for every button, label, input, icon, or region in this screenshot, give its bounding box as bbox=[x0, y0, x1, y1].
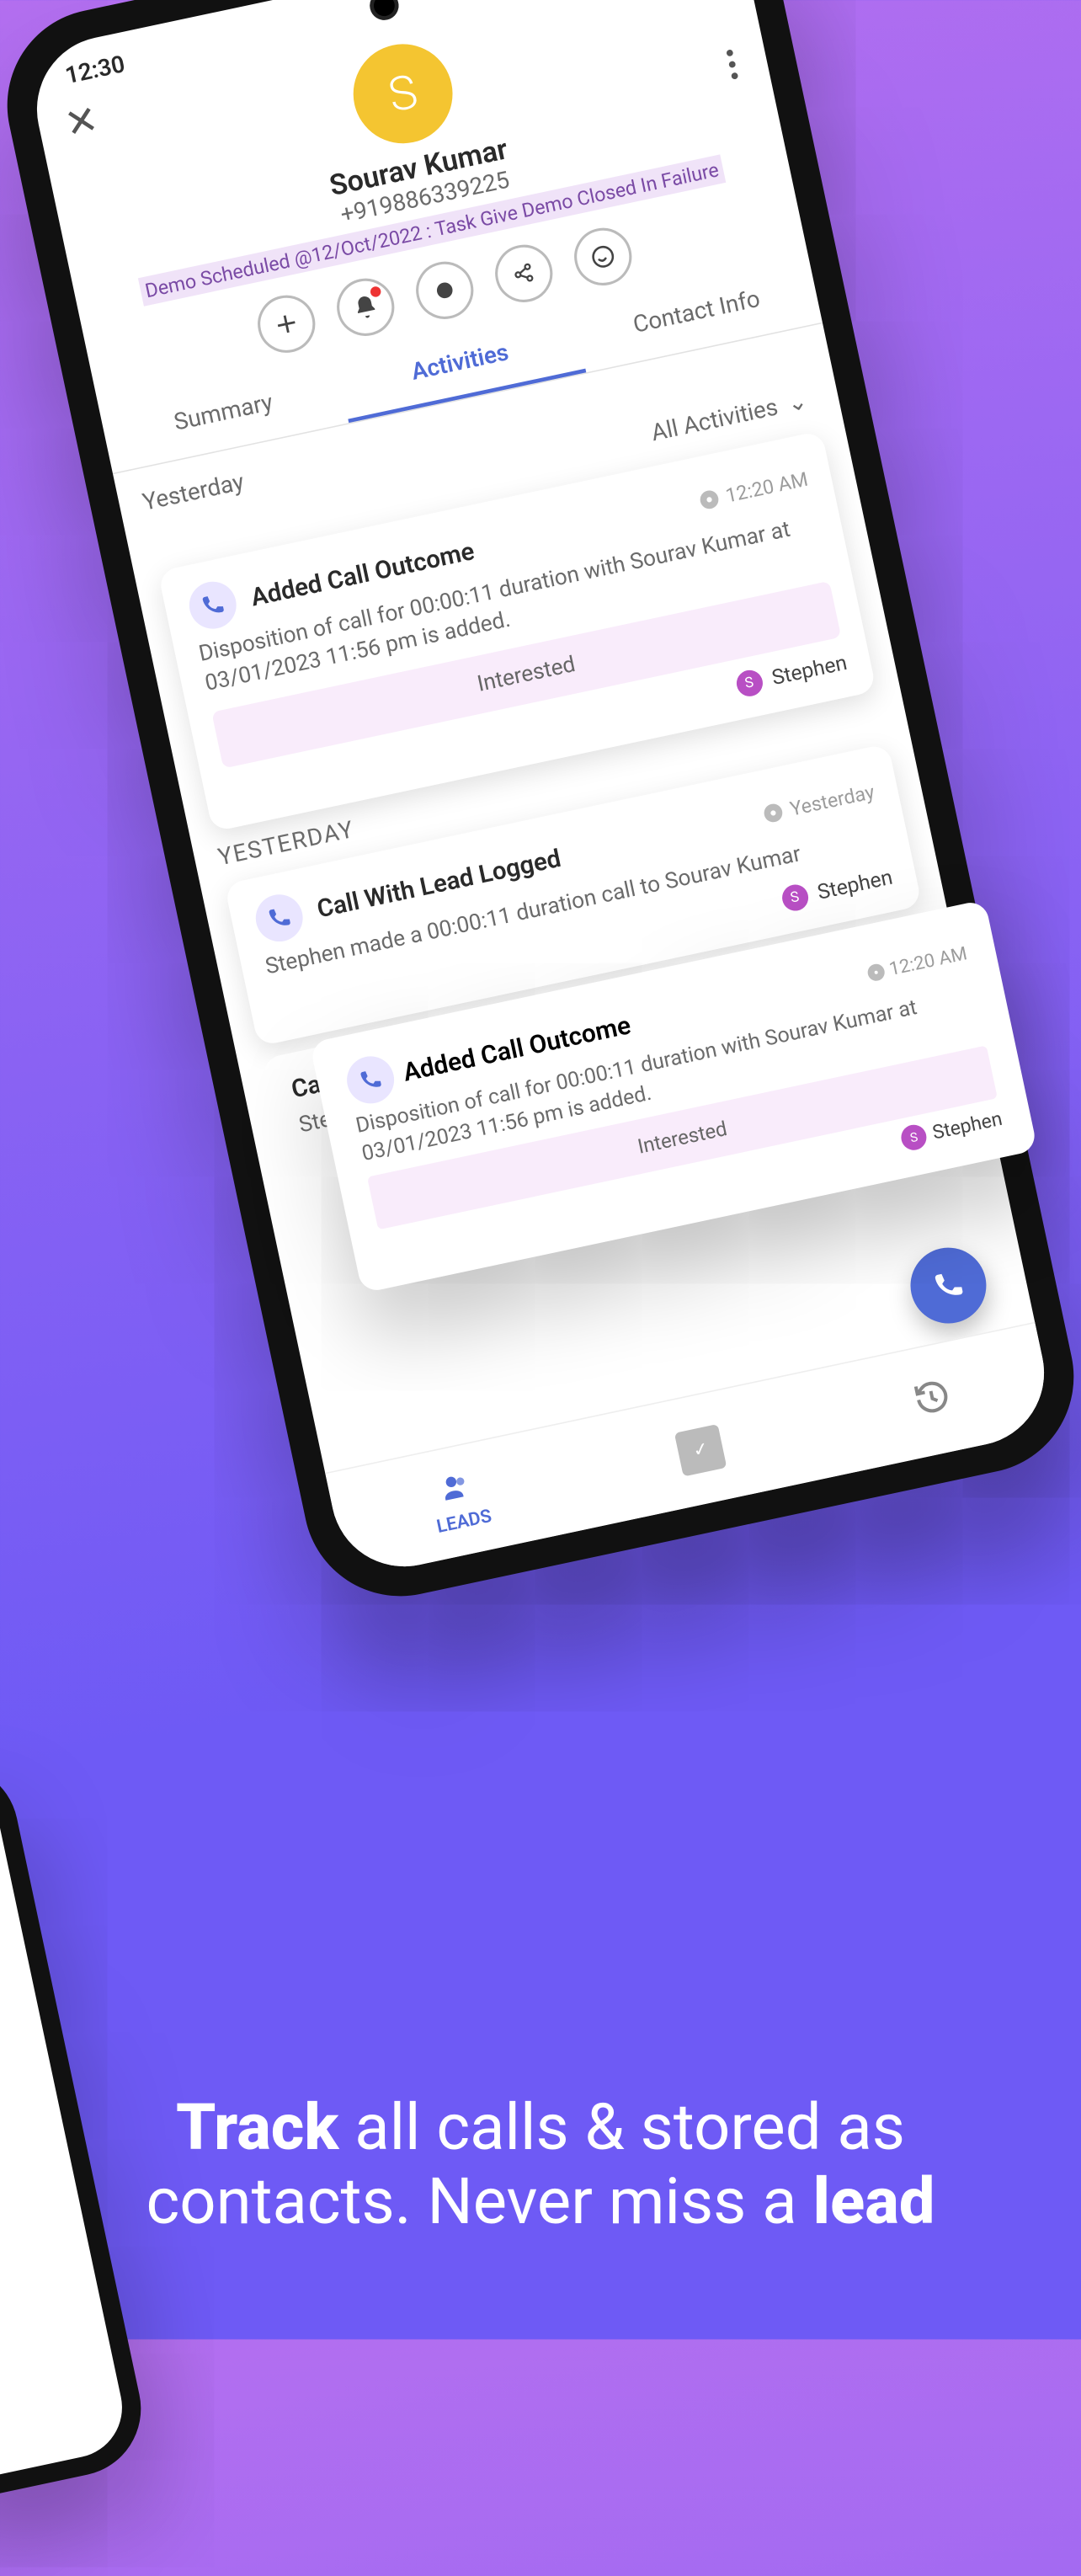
phone-mockup: 12:30 ✕ S Sourav Kumar +919886339225 Dem… bbox=[0, 0, 1081, 1614]
nav-leads[interactable]: LEADS bbox=[426, 1464, 493, 1537]
whatsapp-icon bbox=[588, 241, 619, 272]
hero-text: Track all calls & stored as contacts. Ne… bbox=[0, 2091, 1081, 2238]
user-avatar-icon: S bbox=[734, 668, 765, 699]
phone-icon bbox=[185, 578, 241, 633]
call-fab[interactable] bbox=[903, 1240, 993, 1331]
clock-icon bbox=[699, 488, 721, 510]
share-button[interactable] bbox=[490, 239, 558, 307]
chat-icon bbox=[431, 276, 459, 304]
avatar[interactable]: S bbox=[344, 35, 462, 152]
phone-icon bbox=[252, 890, 307, 946]
phone-icon bbox=[929, 1266, 969, 1306]
nav-tasks[interactable]: ✓ bbox=[674, 1423, 727, 1476]
user-avatar-icon: S bbox=[899, 1122, 929, 1152]
activity-time: 12:20 AM bbox=[698, 467, 810, 513]
phone-icon bbox=[343, 1052, 398, 1107]
activity-time: 12:20 AM bbox=[865, 943, 968, 984]
people-icon bbox=[435, 1466, 479, 1512]
share-icon bbox=[510, 259, 538, 287]
whatsapp-button[interactable] bbox=[569, 222, 637, 291]
check-box-icon: ✓ bbox=[674, 1423, 727, 1476]
bottom-nav: LEADS ✓ bbox=[325, 1322, 1057, 1581]
activity-time: Yesterday bbox=[762, 780, 876, 826]
clock-icon bbox=[763, 802, 785, 824]
notify-button[interactable] bbox=[332, 273, 400, 341]
chevron-down-icon: ⌄ bbox=[785, 387, 810, 419]
plus-icon bbox=[271, 308, 302, 339]
screen: 12:30 ✕ S Sourav Kumar +919886339225 Dem… bbox=[24, 0, 1057, 1580]
nav-history[interactable] bbox=[910, 1375, 955, 1427]
chat-button[interactable] bbox=[411, 256, 479, 324]
phone-frame: 12:30 ✕ S Sourav Kumar +919886339225 Dem… bbox=[0, 0, 1081, 1614]
add-button[interactable] bbox=[253, 290, 321, 358]
clock-icon bbox=[866, 963, 887, 983]
history-icon bbox=[910, 1375, 955, 1427]
user-avatar-icon: S bbox=[780, 882, 811, 913]
